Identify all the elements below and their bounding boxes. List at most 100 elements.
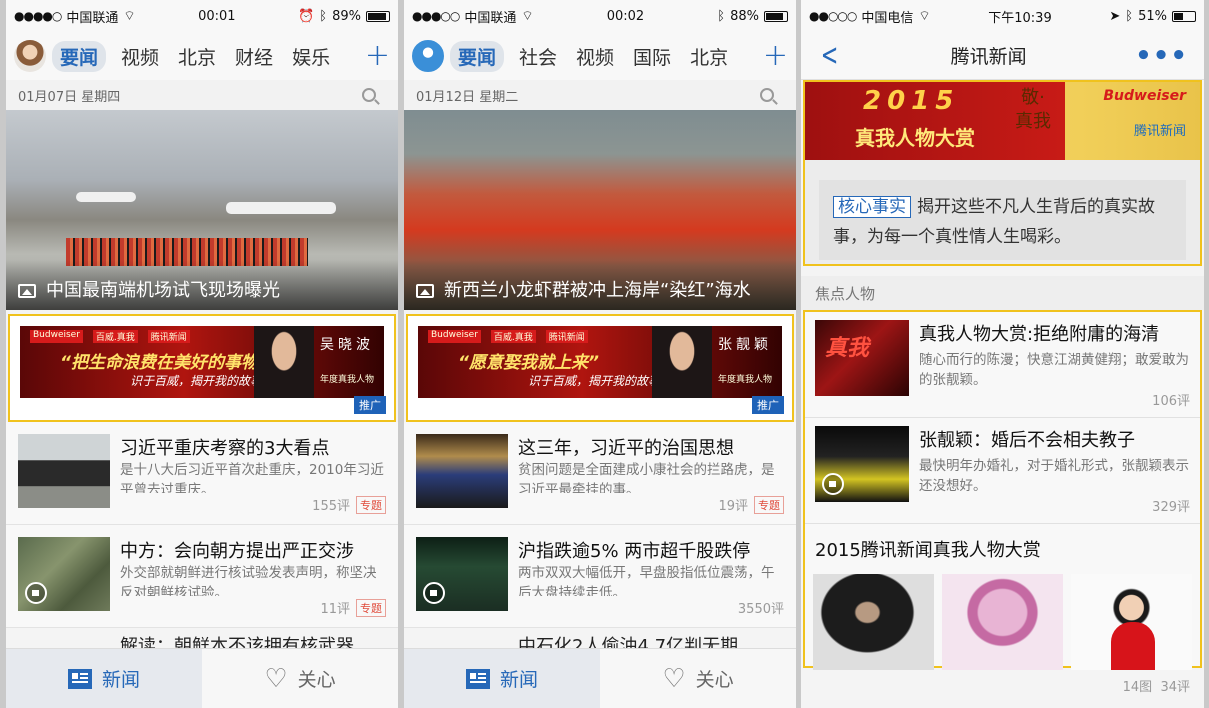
ad-sub: 识于百威，揭开我的故事: [528, 374, 661, 388]
budweiser-logo: Budweiser: [1103, 88, 1186, 104]
status-bar: ●●●○○ 中国联通 ⌔ 00:02 ᛒ 88%: [404, 0, 796, 32]
tab-care[interactable]: ♡ 关心: [600, 649, 796, 708]
bluetooth-icon: ᛒ: [1125, 8, 1134, 24]
plane-shape: [76, 192, 136, 202]
thumb-text: 真我: [825, 336, 870, 361]
back-icon[interactable]: <: [821, 38, 839, 73]
date-text: 01月12日 星期二: [416, 89, 519, 105]
status-time: 00:01: [198, 8, 236, 24]
news-desc: 两市双双大幅低开，早盘股指低位震荡，午后大盘持续走低。: [518, 564, 775, 596]
qq-news-logo: 腾讯新闻: [1133, 124, 1186, 139]
promo-badge: 推广: [752, 396, 784, 414]
news-title: 中方：会向朝方提出严正交涉: [120, 541, 354, 559]
list-item[interactable]: 中方：会向朝方提出严正交涉 外交部就朝鲜进行核试验发表声明，称坚决反对朝鲜核试验…: [6, 525, 398, 628]
bluetooth-icon: ᛒ: [319, 8, 328, 24]
tab-yaowen[interactable]: 要闻: [52, 40, 107, 72]
tab-yaowen[interactable]: 要闻: [450, 40, 505, 72]
avatar[interactable]: [412, 40, 444, 72]
ad-name: 吴晓波: [320, 337, 374, 353]
gallery-title: 2015腾讯新闻真我人物大赏: [815, 540, 1041, 561]
avatar[interactable]: [14, 40, 46, 72]
battery-percent: 51%: [1138, 8, 1167, 24]
phone-screen-3: ●●○○○ 中国电信 ⌔ 下午10:39 ➤ ᛒ 51% < 腾讯新闻 ••• 2015…: [801, 0, 1204, 708]
battery-icon: [763, 10, 788, 22]
comment-count: 329评: [1152, 500, 1190, 515]
ad-name: 张靓颖: [718, 337, 772, 353]
tab-beijing[interactable]: 北京: [178, 43, 216, 70]
search-icon[interactable]: [760, 88, 774, 102]
wifi-icon: ⌔: [918, 9, 931, 24]
gallery-item[interactable]: 2015腾讯新闻真我人物大赏: [805, 524, 1200, 670]
tab-news[interactable]: 新闻: [6, 649, 202, 708]
list-item[interactable]: 沪指跌逾5% 两市超千股跌停 两市双双大幅低开，早盘股指低位震荡，午后大盘持续走…: [404, 525, 796, 628]
tab-entertainment[interactable]: 娱乐: [292, 43, 330, 70]
tab-care-label: 关心: [297, 669, 336, 691]
ad-logos: Budweiser 百威.真我 腾讯新闻: [30, 330, 190, 343]
status-bar: ●●○○○ 中国电信 ⌔ 下午10:39 ➤ ᛒ 51%: [801, 0, 1204, 32]
brand-slogan: 百威.真我: [92, 330, 138, 343]
add-channel-icon[interactable]: +: [763, 41, 788, 71]
comment-count: 34评: [1160, 680, 1190, 695]
tab-international[interactable]: 国际: [633, 43, 671, 70]
ad-banner[interactable]: Budweiser 百威.真我 腾讯新闻 “把生命浪费在美好的事物上” 识于百威，揭…: [8, 314, 396, 422]
page-title: 腾讯新闻: [950, 46, 1027, 68]
topic-banner: 2015 真我人物大赏 敬·真我 Budweiser 腾讯新闻: [805, 82, 1200, 160]
tab-news-label: 新闻: [101, 669, 140, 691]
tab-news[interactable]: 新闻: [404, 649, 600, 708]
tab-video[interactable]: 视频: [576, 43, 614, 70]
ad-banner[interactable]: Budweiser 百威.真我 腾讯新闻 “愿意娶我就上来” 识于百威，揭开我的故事…: [406, 314, 794, 422]
tab-video[interactable]: 视频: [121, 43, 159, 70]
qq-news-logo: 腾讯新闻: [147, 330, 190, 343]
hero-caption: 中国最南端机场试飞现场曝光: [6, 260, 398, 310]
tab-finance[interactable]: 财经: [235, 43, 273, 70]
news-thumb: [815, 426, 909, 502]
comment-count: 155评: [312, 499, 350, 514]
topic-badge: 专题: [754, 495, 784, 514]
wifi-icon: ⌔: [123, 9, 136, 24]
ad-logos: Budweiser 百威.真我 腾讯新闻: [428, 330, 588, 343]
news-desc: 外交部就朝鲜进行核试验发表声明，称坚决反对朝鲜核试验。: [120, 564, 377, 596]
banner-title: 真我人物大赏: [855, 126, 975, 150]
phone-screen-2: ●●●○○ 中国联通 ⌔ 00:02 ᛒ 88% 要闻 社会 视频 国际 北京 + 0…: [404, 0, 796, 708]
comment-count: 19评: [718, 499, 748, 514]
comment-count: 106评: [1152, 394, 1190, 409]
carrier: 中国电信: [861, 10, 914, 26]
tab-care-label: 关心: [695, 669, 734, 691]
more-icon[interactable]: •••: [1135, 41, 1188, 71]
search-icon[interactable]: [362, 88, 376, 102]
list-item[interactable]: 张靓颖：婚后不会相夫教子 最快明年办婚礼，对于婚礼形式，张靓颖表示还没想好。 3…: [805, 418, 1200, 524]
picture-count: 14图: [1122, 680, 1153, 695]
date-text: 01月07日 星期四: [18, 89, 121, 105]
news-thumb: [416, 537, 508, 611]
image-gallery-icon: [18, 284, 36, 298]
tab-care[interactable]: ♡ 关心: [202, 649, 398, 708]
promo-badge: 推广: [354, 396, 386, 414]
list-item[interactable]: 习近平重庆考察的3大看点 是十八大后习近平首次赴重庆，2010年习近平曾去过重庆…: [6, 422, 398, 525]
channel-nav: 要闻 社会 视频 国际 北京 +: [404, 32, 796, 80]
qq-news-logo: 腾讯新闻: [545, 330, 588, 343]
gallery-meta: 14图 34评: [801, 668, 1204, 703]
heart-icon: ♡: [662, 663, 686, 694]
battery-icon: [1171, 10, 1196, 22]
news-title: 张靓颖：婚后不会相夫教子: [919, 430, 1135, 451]
hero-image[interactable]: 中国最南端机场试飞现场曝光: [6, 110, 398, 310]
video-icon: [423, 582, 445, 604]
date-bar: 01月07日 星期四: [6, 80, 398, 110]
tab-society[interactable]: 社会: [519, 43, 557, 70]
hero-image[interactable]: 新西兰小龙虾群被冲上海岸“染红”海水: [404, 110, 796, 310]
battery-percent: 89%: [332, 8, 361, 24]
tab-beijing[interactable]: 北京: [690, 43, 728, 70]
news-title: 沪指跌逾5% 两市超千股跌停: [518, 541, 751, 559]
add-channel-icon[interactable]: +: [365, 41, 390, 71]
ad-image: Budweiser 百威.真我 腾讯新闻 “把生命浪费在美好的事物上” 识于百威，揭…: [20, 326, 384, 398]
ad-name-sub: 年度真我人物: [319, 375, 374, 385]
list-item[interactable]: 这三年，习近平的治国思想 贫困问题是全面建成小康社会的拦路虎，是习近平最牵挂的事…: [404, 422, 796, 525]
news-thumb: [18, 434, 110, 508]
list-item[interactable]: 真我 真我人物大赏:拒绝附庸的海清 随心而行的陈漫；快意江湖黄健翔；敢爱敢为的张…: [805, 312, 1200, 418]
news-title: 这三年，习近平的治国思想: [518, 438, 734, 456]
gallery-images: [805, 562, 1200, 670]
signal-icon: ●●○○○: [809, 9, 857, 23]
news-title: 习近平重庆考察的3大看点: [120, 438, 330, 456]
status-bar: ●●●●○ 中国联通 ⌔ 00:01 ⏰ ᛒ 89%: [6, 0, 398, 32]
channel-nav: 要闻 视频 北京 财经 娱乐 +: [6, 32, 398, 80]
